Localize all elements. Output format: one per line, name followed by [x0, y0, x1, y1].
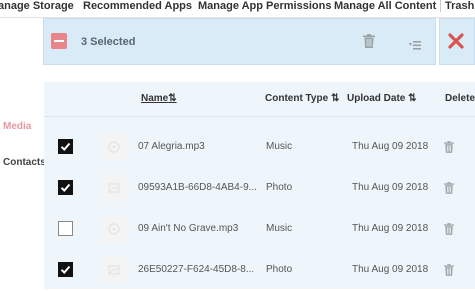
nav-manage-all-content[interactable]: Manage All Content: [334, 0, 436, 12]
column-header-content-type[interactable]: Content Type ⇅: [265, 93, 339, 104]
file-name: 26E50227-F624-45D8-8...: [138, 264, 255, 275]
upload-date: Thu Aug 09 2018: [352, 182, 429, 193]
content-type: Music: [266, 223, 293, 234]
nav-recommended-apps[interactable]: Recommended Apps: [83, 0, 192, 12]
column-header-delete: Delete: [445, 93, 475, 104]
trash-icon[interactable]: [444, 140, 454, 158]
table-row[interactable]: 07 Alegria.mp3 Music Thu Aug 09 2018: [44, 127, 475, 168]
content-type: Photo: [266, 264, 293, 275]
selected-count: 3 Selected: [81, 36, 136, 48]
sort-arrows-icon: ⇅: [168, 93, 177, 104]
top-navigation: anage Storage Recommended Apps Manage Ap…: [0, 0, 475, 17]
table-row[interactable]: 09 Ain't No Grave.mp3 Music Thu Aug 09 201…: [44, 209, 475, 250]
header-divider: [44, 116, 475, 117]
selection-action-bar: 3 Selected: [43, 18, 436, 65]
content-type: Photo: [266, 182, 293, 193]
nav-manage-storage[interactable]: anage Storage: [0, 0, 74, 12]
sidebar-item-media[interactable]: Media: [3, 121, 31, 132]
sidebar-item-contacts[interactable]: Contacts: [3, 157, 46, 168]
row-checkbox[interactable]: [58, 180, 73, 195]
sort-arrows-icon: ⇅: [330, 93, 340, 104]
content-type: Music: [266, 141, 293, 152]
music-file-icon: [101, 134, 127, 160]
upload-date: Thu Aug 09 2018: [352, 223, 429, 234]
column-header-upload-date-label: Upload Date: [347, 93, 406, 104]
photo-file-icon: [101, 175, 127, 201]
column-header-upload-date[interactable]: Upload Date ⇅: [347, 93, 417, 104]
row-checkbox[interactable]: [58, 139, 73, 154]
file-name: 07 Alegria.mp3: [138, 141, 205, 152]
close-selection-bar: [439, 18, 475, 65]
photo-file-icon: [101, 257, 127, 283]
nav-trash[interactable]: Trash: [440, 0, 474, 12]
table-row[interactable]: 26E50227-F624-45D8-8... Photo Thu Aug 09 2…: [44, 250, 475, 291]
content-table: Name⇅ Content Type ⇅ Upload Date ⇅ Delet…: [44, 82, 475, 289]
row-checkbox[interactable]: [58, 221, 73, 236]
upload-date: Thu Aug 09 2018: [352, 264, 429, 275]
trash-icon[interactable]: [444, 222, 454, 240]
trash-icon[interactable]: [363, 34, 375, 53]
file-name: 09 Ain't No Grave.mp3: [138, 223, 239, 234]
sort-list-icon[interactable]: [409, 37, 421, 55]
music-file-icon: [101, 216, 127, 242]
trash-icon[interactable]: [444, 181, 454, 199]
row-checkbox[interactable]: [58, 262, 73, 277]
nav-manage-app-permissions[interactable]: Manage App Permissions: [198, 0, 331, 12]
column-header-name-label: Name: [141, 93, 169, 104]
sidebar: Media Contacts: [0, 18, 46, 289]
upload-date: Thu Aug 09 2018: [352, 141, 429, 152]
file-name: 09593A1B-66D8-4AB4-9...: [138, 182, 257, 193]
sort-arrows-icon: ⇅: [408, 93, 417, 104]
deselect-all-button[interactable]: [51, 33, 67, 49]
column-header-content-type-label: Content Type: [265, 93, 329, 104]
close-icon[interactable]: [448, 33, 464, 54]
column-header-name[interactable]: Name⇅: [141, 93, 177, 104]
trash-icon[interactable]: [444, 263, 454, 281]
table-row[interactable]: 09593A1B-66D8-4AB4-9... Photo Thu Aug 09 2…: [44, 168, 475, 209]
